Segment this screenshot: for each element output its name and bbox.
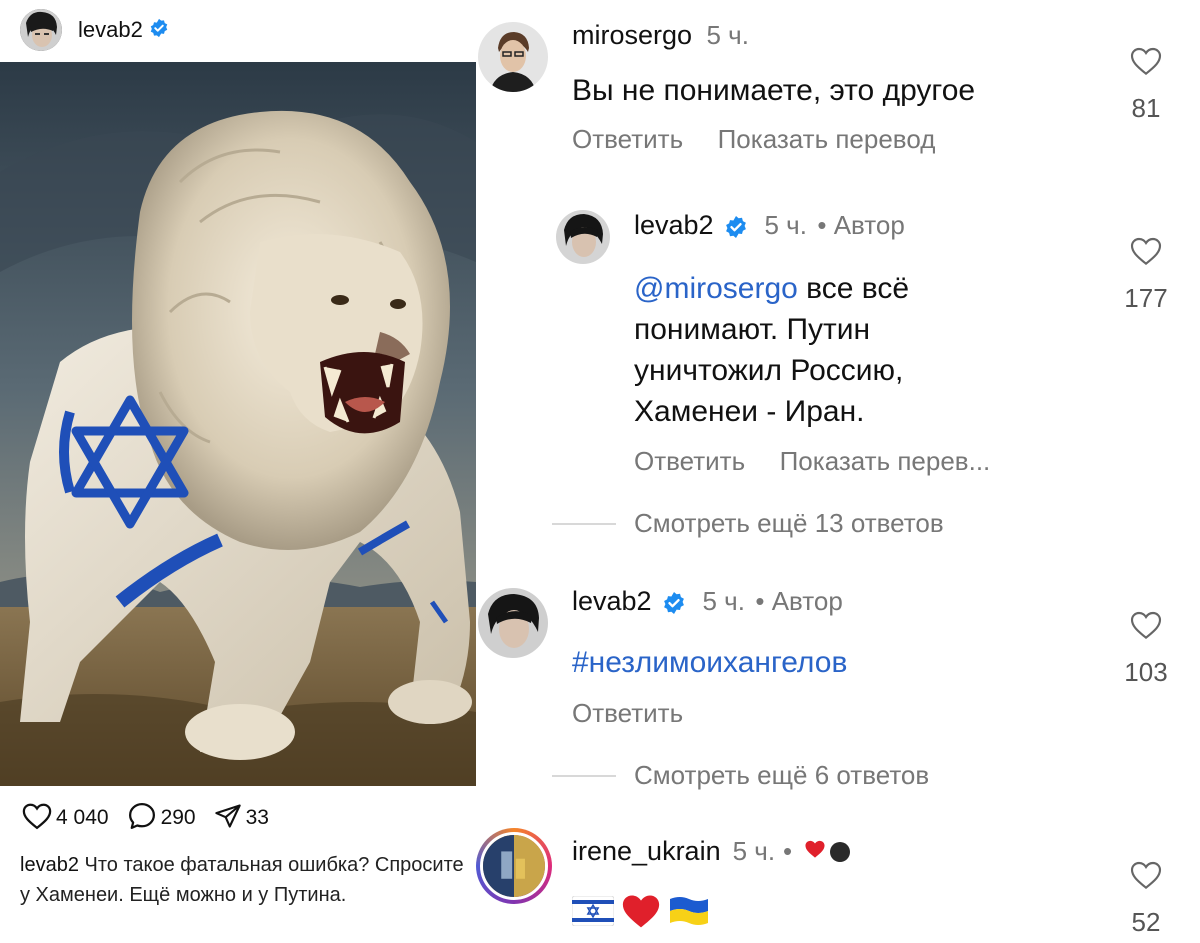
comment-username[interactable]: levab2 [634, 210, 714, 240]
comment-like[interactable]: 103 [1116, 610, 1176, 688]
comment-text-line: Хаменеи - Иран. [634, 395, 865, 428]
share-action[interactable]: 33 [214, 802, 269, 835]
author-mini-avatar [830, 841, 851, 862]
post-image-lion[interactable] [0, 62, 476, 786]
caption-text: Что такое фатальная ошибка? Спросите у Х… [20, 854, 464, 906]
comment-text: Вы не понимаете, это другое [572, 74, 976, 107]
commenter-avatar[interactable] [478, 588, 548, 658]
like-action[interactable]: 4 040 [22, 802, 109, 835]
author-label: • Автор [755, 586, 843, 616]
separator-dot: • [783, 836, 793, 866]
emoji-row [571, 892, 710, 935]
comment-username[interactable]: levab2 [572, 586, 652, 616]
comment-time: 5 ч. [764, 210, 807, 240]
post-actions-bar: 4 040 290 33 [22, 800, 287, 836]
liked-by-author-heart-icon [804, 839, 826, 864]
hashtag-link[interactable]: #незлимоихангелов [572, 642, 847, 683]
comment-text: @mirosergo все всё понимают. Путин уничт… [634, 268, 1064, 432]
hashtag-text[interactable]: #незлимоихангелов [572, 646, 847, 679]
ukraine-flag-icon [668, 895, 710, 932]
comment-like[interactable]: 81 [1116, 46, 1176, 124]
heart-outline-icon[interactable] [1130, 611, 1162, 644]
comment-item: mirosergo 5 ч. Вы не понимаете, это друг… [476, 0, 1200, 180]
send-paper-plane-icon[interactable] [214, 802, 242, 835]
heart-outline-icon[interactable] [1130, 861, 1162, 894]
commenter-avatar-story-ring[interactable] [476, 828, 552, 904]
like-count: 4 040 [56, 806, 109, 829]
view-more-replies-label[interactable]: Смотреть ещё 13 ответов [634, 508, 944, 539]
comment-like-count: 177 [1124, 283, 1168, 313]
post-header: levab2 [0, 0, 476, 60]
comment-text-line: уничтожил Россию, [634, 354, 904, 387]
comment-like-count: 103 [1124, 657, 1168, 687]
post-panel: levab2 4 040 290 33 levab2 Что такое фат… [0, 0, 476, 943]
israel-flag-icon [571, 895, 615, 931]
mention-link[interactable]: @mirosergo [634, 272, 798, 305]
show-translation-button[interactable]: Показать перевод [718, 124, 936, 154]
comment-like-count: 81 [1131, 93, 1161, 123]
commenter-avatar[interactable] [556, 210, 610, 264]
red-heart-icon [620, 892, 662, 935]
heart-outline-icon[interactable] [1130, 237, 1162, 270]
view-more-replies[interactable]: Смотреть ещё 6 ответов [552, 760, 929, 791]
verified-badge-icon [724, 215, 748, 244]
reply-item: levab2 5 ч. • Автор @mirosergo все всё п… [476, 180, 1200, 560]
caption-username[interactable]: levab2 [20, 854, 79, 876]
view-more-replies-label[interactable]: Смотреть ещё 6 ответов [634, 760, 929, 791]
author-label: • Автор [817, 210, 905, 240]
commenter-avatar[interactable] [478, 22, 548, 92]
comment-time: 5 ч. [702, 586, 745, 616]
share-count: 33 [245, 806, 269, 829]
comment-like[interactable]: 52 [1116, 860, 1176, 938]
comment-time: 5 ч. [706, 20, 749, 50]
post-caption: levab2 Что такое фатальная ошибка? Спрос… [20, 850, 470, 910]
verified-badge-icon [662, 591, 686, 620]
comments-panel: mirosergo 5 ч. Вы не понимаете, это друг… [476, 0, 1200, 943]
comment-username[interactable]: irene_ukrain [572, 836, 721, 867]
comment-text-line: все всё [797, 272, 910, 305]
comment-like[interactable]: 177 [1116, 236, 1176, 314]
show-translation-button[interactable]: Показать перев... [780, 446, 991, 476]
heart-outline-icon[interactable] [22, 802, 52, 835]
view-more-replies[interactable]: Смотреть ещё 13 ответов [552, 508, 944, 539]
divider [552, 774, 616, 777]
post-author-username[interactable]: levab2 [78, 17, 143, 43]
comment-item: irene_ukrain 5 ч. • 52 [476, 820, 1200, 943]
reply-button[interactable]: Ответить [572, 698, 683, 728]
reply-button[interactable]: Ответить [572, 124, 683, 154]
divider [552, 522, 616, 525]
verified-badge-icon [149, 18, 169, 43]
comment-count: 290 [160, 806, 196, 829]
heart-outline-icon[interactable] [1130, 47, 1162, 80]
reply-button[interactable]: Ответить [634, 446, 745, 476]
comment-like-count: 52 [1131, 907, 1161, 937]
comment-username[interactable]: mirosergo [572, 20, 692, 50]
comment-time: 5 ч. [732, 836, 776, 866]
comment-bubble-icon[interactable] [127, 801, 157, 836]
comment-action[interactable]: 290 [127, 801, 196, 836]
post-author-avatar[interactable] [20, 9, 62, 51]
comment-text-line: понимают. Путин [634, 313, 871, 346]
comment-item: levab2 5 ч. • Автор #незлимоихангелов От… [476, 570, 1200, 810]
